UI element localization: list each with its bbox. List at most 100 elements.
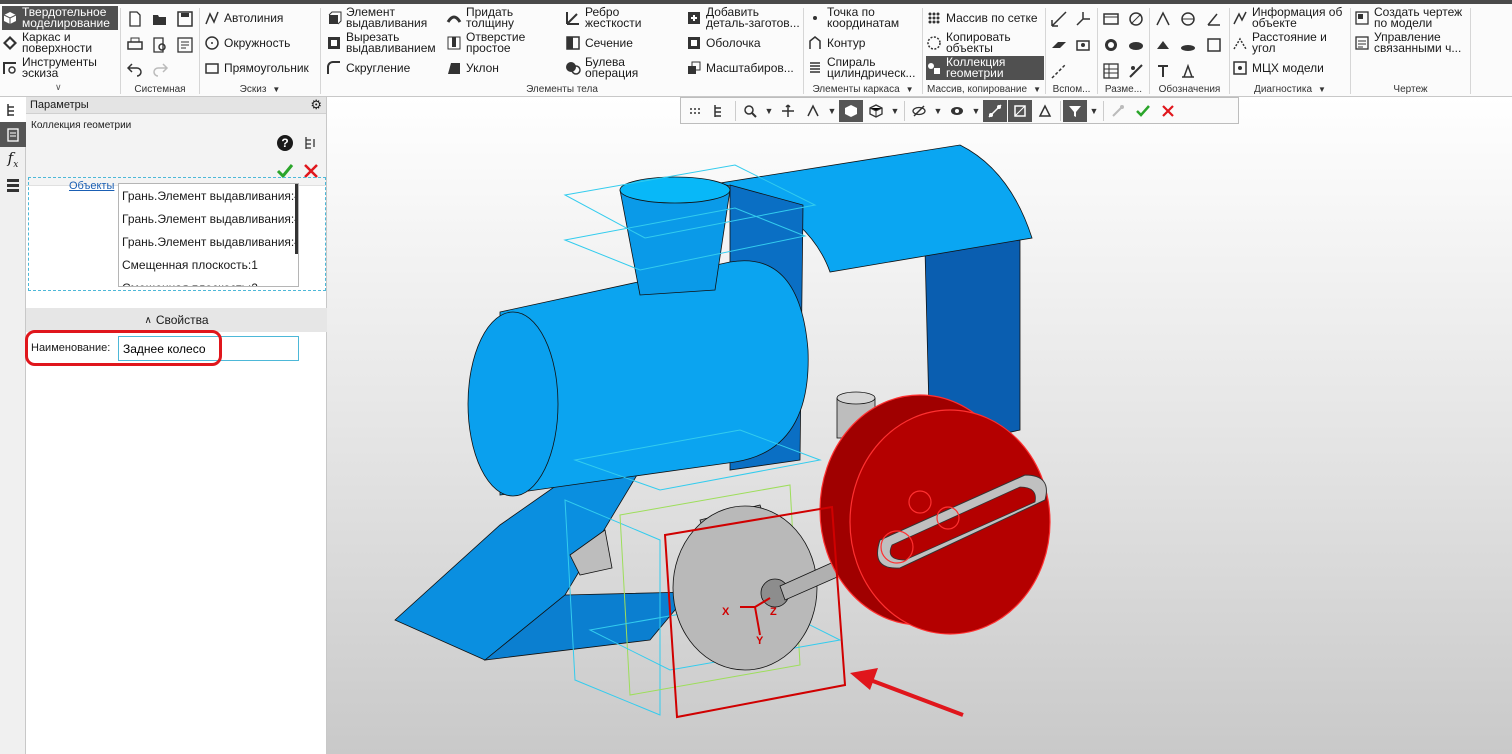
rectangle-button[interactable]: Прямоугольник <box>204 56 319 80</box>
cut-extrude-button[interactable]: Вырезать выдавливанием <box>326 31 438 55</box>
group-sketch-label[interactable]: Эскиз ▼ <box>200 83 320 96</box>
tree-view-icon[interactable] <box>303 135 319 151</box>
distance-angle-button[interactable]: Расстояние и угол <box>1232 31 1348 55</box>
hide-icon[interactable] <box>907 100 931 122</box>
linear-dim-icon[interactable] <box>1100 8 1122 30</box>
linked-drawings-button[interactable]: Управление связанными ч... <box>1354 31 1469 55</box>
radius-dim-icon[interactable] <box>1125 34 1147 56</box>
roughness-icon[interactable] <box>1152 8 1174 30</box>
section-view-icon[interactable] <box>945 100 969 122</box>
object-info-button[interactable]: Информация об объекте <box>1232 6 1348 30</box>
copy-objects-button[interactable]: Копировать объекты <box>926 31 1044 55</box>
text-icon[interactable] <box>1152 60 1174 82</box>
scale-button[interactable]: Масштабиров... <box>686 56 800 80</box>
datum-icon[interactable] <box>1177 8 1199 30</box>
group-array-label[interactable]: Массив, копирование ▼ <box>923 83 1045 96</box>
help-icon[interactable]: ? <box>277 135 293 151</box>
angle-dim-icon[interactable] <box>1100 34 1122 56</box>
parametric-icon[interactable] <box>1008 99 1032 122</box>
tree-filter-icon[interactable] <box>708 100 732 122</box>
eyedropper-icon[interactable] <box>1106 100 1130 122</box>
chamfer-dim-icon[interactable] <box>1125 60 1147 82</box>
gear-icon[interactable]: ⚙ <box>310 97 322 113</box>
list-item[interactable]: Грань.Элемент выдавливания:4 <box>119 207 298 230</box>
axis-icon[interactable] <box>1048 8 1070 30</box>
locomotive-model[interactable]: X Y Z <box>327 97 1512 754</box>
layers-tab[interactable] <box>0 172 26 197</box>
autoline-button[interactable]: Автолиния <box>204 6 314 30</box>
model-tree-tab[interactable] <box>0 97 26 122</box>
leader-icon[interactable] <box>1203 8 1225 30</box>
group-body-label[interactable]: Элементы тела <box>321 83 803 96</box>
hole-button[interactable]: Отверстие простое <box>446 31 556 55</box>
group-marks-label[interactable]: Обозначения <box>1150 83 1229 96</box>
print-icon[interactable] <box>124 34 146 56</box>
group-frame-label[interactable]: Элементы каркаса ▼ <box>804 83 922 96</box>
list-item[interactable]: Смещенная плоскость:2 <box>119 276 298 287</box>
diameter-dim-icon[interactable] <box>1125 8 1147 30</box>
name-input[interactable] <box>118 336 299 361</box>
chevron-down-icon[interactable]: ▼ <box>763 100 775 122</box>
variables-tab[interactable]: fx <box>0 147 26 172</box>
mass-properties-button[interactable]: МЦХ модели <box>1232 56 1348 80</box>
thicken-button[interactable]: Придать толщину <box>446 6 556 30</box>
add-blank-part-button[interactable]: Добавить деталь-заготов... <box>686 6 800 30</box>
plane-icon[interactable] <box>1048 34 1070 56</box>
chevron-down-icon[interactable]: ▼ <box>1088 100 1100 122</box>
boolean-button[interactable]: Булева операция <box>565 56 675 80</box>
circle-button[interactable]: Окружность <box>204 31 314 55</box>
objects-link[interactable]: Объекты <box>69 180 114 192</box>
properties-icon[interactable] <box>174 34 196 56</box>
objects-list[interactable]: Грань.Элемент выдавливания:4 Грань.Элеме… <box>118 183 299 287</box>
properties-section-header[interactable]: ∧ Свойства <box>26 308 327 332</box>
pan-icon[interactable] <box>801 100 825 122</box>
geometry-collection-button[interactable]: Коллекция геометрии <box>926 56 1044 80</box>
chevron-down-icon[interactable]: ▼ <box>932 100 944 122</box>
new-document-icon[interactable] <box>124 8 146 30</box>
mode-solid-modeling[interactable]: Твердотельное моделирование <box>2 6 118 30</box>
group-dims-label[interactable]: Разме... <box>1098 83 1149 96</box>
contour-button[interactable]: Контур <box>807 31 919 55</box>
mode-wireframe-surfaces[interactable]: Каркас и поверхности <box>2 31 118 55</box>
zoom-icon[interactable] <box>738 100 762 122</box>
group-diag-label[interactable]: Диагностика ▼ <box>1230 83 1350 96</box>
preview-icon[interactable] <box>149 34 171 56</box>
list-item[interactable]: Грань.Элемент выдавливания:4 <box>119 184 298 207</box>
chevron-down-icon[interactable]: ▼ <box>826 100 838 122</box>
undo-icon[interactable] <box>124 58 146 80</box>
line-icon[interactable] <box>1048 60 1070 82</box>
create-drawing-button[interactable]: Создать чертеж по модели <box>1354 6 1469 30</box>
lcs-icon[interactable] <box>1072 8 1094 30</box>
group-aux-label[interactable]: Вспом... <box>1046 83 1097 96</box>
view-orientation-icon[interactable] <box>839 99 863 122</box>
save-icon[interactable] <box>174 8 196 30</box>
grid-array-button[interactable]: Массив по сетке <box>926 6 1044 30</box>
display-style-icon[interactable] <box>864 100 888 122</box>
expand-modes-icon[interactable]: ∨ <box>55 82 62 93</box>
cancel-x-icon[interactable] <box>1156 100 1180 122</box>
list-item[interactable]: Смещенная плоскость:1 <box>119 253 298 276</box>
fillet-button[interactable]: Скругление <box>326 56 438 80</box>
extrude-button[interactable]: Элемент выдавливания <box>326 6 438 30</box>
helix-button[interactable]: Спираль цилиндрическ... <box>807 56 919 80</box>
objects-selection-area[interactable]: Объекты Грань.Элемент выдавливания:4 Гра… <box>28 177 326 291</box>
filter-icon[interactable] <box>1063 99 1087 122</box>
chevron-down-icon[interactable]: ▼ <box>889 100 901 122</box>
thread-icon[interactable] <box>1203 34 1225 56</box>
table-dim-icon[interactable] <box>1100 60 1122 82</box>
rotate-icon[interactable] <box>776 100 800 122</box>
chevron-down-icon[interactable]: ▼ <box>970 100 982 122</box>
list-scrollbar[interactable] <box>295 184 298 254</box>
apply-checkmark-icon[interactable] <box>1131 100 1155 122</box>
control-point-icon[interactable] <box>1072 34 1094 56</box>
section-button[interactable]: Сечение <box>565 31 675 55</box>
snap-icon[interactable] <box>983 99 1007 122</box>
parameters-tab[interactable] <box>0 122 26 147</box>
grip-icon[interactable] <box>683 100 707 122</box>
shell-button[interactable]: Оболочка <box>686 31 800 55</box>
position-icon[interactable] <box>1177 60 1199 82</box>
group-drawing-label[interactable]: Чертеж <box>1351 83 1470 96</box>
marking-icon[interactable] <box>1177 34 1199 56</box>
mode-sketch-tools[interactable]: Инструменты эскиза <box>2 56 118 80</box>
point-by-coords-button[interactable]: Точка по координатам <box>807 6 919 30</box>
